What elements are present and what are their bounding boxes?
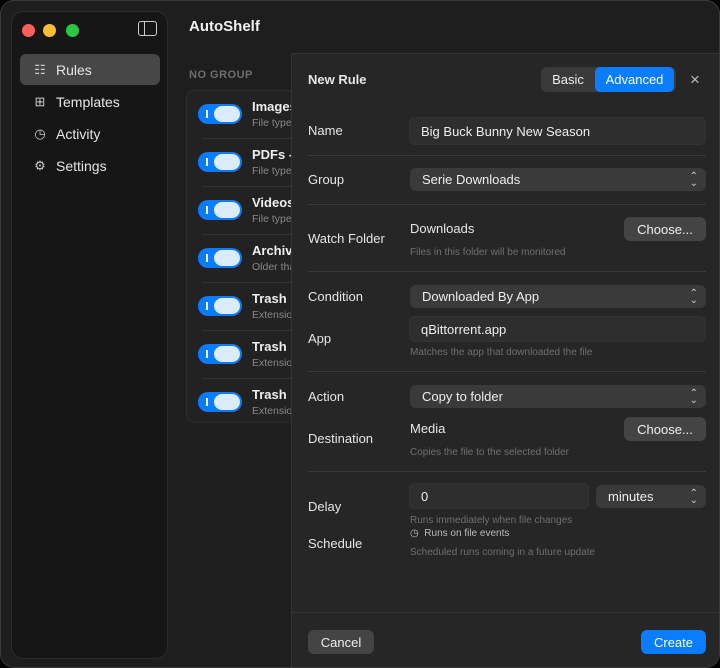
rule-subtitle: Extensio [252, 357, 292, 369]
delay-label: Delay [308, 499, 342, 514]
rule-title: Trash . [252, 339, 292, 354]
schedule-caption: Scheduled runs coming in a future update [410, 547, 596, 558]
rule-row[interactable]: Trash . Extensio [187, 379, 307, 427]
create-button[interactable]: Create [641, 630, 706, 654]
app-title: AutoShelf [189, 18, 260, 35]
rule-enabled-toggle[interactable] [198, 152, 242, 172]
destination-label: Destination [308, 431, 374, 446]
sidebar-item-label: Templates [56, 93, 120, 110]
watch-choose-button[interactable]: Choose... [624, 217, 706, 241]
delay-caption: Runs immediately when file changes [410, 515, 573, 526]
rule-enabled-toggle[interactable] [198, 344, 242, 364]
rule-subtitle: Older tha [252, 261, 292, 273]
sidebar-item-rules[interactable]: ☷ Rules [20, 54, 160, 85]
rule-enabled-toggle[interactable] [198, 200, 242, 220]
sidebar-item-templates[interactable]: ⊞ Templates [20, 86, 160, 117]
sidebar-item-label: Rules [56, 61, 92, 78]
rule-enabled-toggle[interactable] [198, 104, 242, 124]
sidebar-item-activity[interactable]: ◷ Activity [20, 118, 160, 149]
name-label: Name [308, 123, 343, 138]
action-value: Copy to folder [422, 389, 503, 404]
delay-unit-value: minutes [608, 489, 654, 504]
zoom-window-button[interactable] [66, 24, 79, 37]
grid-icon: ⊞ [34, 93, 46, 109]
mode-segmented-control: Basic Advanced [541, 67, 676, 92]
name-input[interactable]: Big Buck Bunny New Season [409, 117, 706, 145]
destination-caption: Copies the file to the selected folder [410, 447, 569, 458]
group-header: NO GROUP [189, 69, 253, 81]
chevron-updown-icon: ⌃ ⌄ [689, 170, 698, 189]
chevron-updown-icon: ⌃ ⌄ [689, 487, 698, 506]
clock-icon: ◷ [34, 125, 46, 141]
rule-subtitle: File type [252, 213, 292, 225]
rule-enabled-toggle[interactable] [198, 248, 242, 268]
rule-enabled-toggle[interactable] [198, 296, 242, 316]
rule-title: PDFs - [252, 147, 292, 162]
cancel-button[interactable]: Cancel [308, 630, 374, 654]
rule-subtitle: File type [252, 165, 292, 177]
rule-subtitle: File type [252, 117, 292, 129]
footer-divider [292, 612, 719, 613]
rule-row[interactable]: Trash i Extensio [187, 283, 307, 331]
rule-title: Videos [252, 195, 292, 210]
rule-subtitle: Extensio [252, 309, 292, 321]
sidebar: ☷ Rules ⊞ Templates ◷ Activity ⚙ Settings [11, 11, 168, 659]
condition-label: Condition [308, 289, 363, 304]
clock-icon: ◷ [410, 528, 419, 539]
watch-caption: Files in this folder will be monitored [410, 247, 566, 258]
tab-basic[interactable]: Basic [541, 67, 595, 92]
rule-row[interactable]: Trash . Extensio [187, 331, 307, 379]
app-input[interactable]: qBittorrent.app [409, 316, 706, 342]
delay-input[interactable]: 0 [409, 483, 589, 509]
new-rule-sheet: New Rule Basic Advanced × Name Big Buck … [291, 53, 719, 667]
schedule-value-text: Runs on file events [424, 528, 510, 539]
watch-folder-value: Downloads [410, 221, 475, 236]
delay-unit-select[interactable]: minutes ⌃ ⌄ [596, 485, 706, 508]
minimize-window-button[interactable] [43, 24, 56, 37]
destination-value: Media [410, 421, 446, 436]
sidebar-toggle-icon[interactable] [138, 21, 157, 36]
action-label: Action [308, 389, 345, 404]
sidebar-item-label: Activity [56, 125, 101, 142]
rule-title: Archiv [252, 243, 292, 258]
rule-title: Trash . [252, 387, 292, 402]
sidebar-item-label: Settings [56, 157, 107, 174]
rule-title: Trash i [252, 291, 292, 306]
rule-row[interactable]: Archiv Older tha [187, 235, 307, 283]
rule-row[interactable]: Videos File type [187, 187, 307, 235]
sidebar-item-settings[interactable]: ⚙ Settings [20, 150, 160, 181]
sheet-title: New Rule [308, 72, 367, 87]
chevron-updown-icon: ⌃ ⌄ [689, 387, 698, 406]
close-window-button[interactable] [22, 24, 35, 37]
watch-folder-label: Watch Folder [308, 231, 385, 246]
rules-list: Images File type PDFs - File type Videos File… [186, 90, 307, 423]
condition-value: Downloaded By App [422, 289, 540, 304]
condition-select[interactable]: Downloaded By App ⌃ ⌄ [410, 285, 706, 308]
schedule-label: Schedule [308, 536, 363, 551]
rule-subtitle: Extensio [252, 405, 292, 417]
group-value: Serie Downloads [422, 172, 521, 187]
rule-row[interactable]: Images File type [187, 91, 307, 139]
destination-choose-button[interactable]: Choose... [624, 417, 706, 441]
rule-enabled-toggle[interactable] [198, 392, 242, 412]
app-window: ☷ Rules ⊞ Templates ◷ Activity ⚙ Settings Au… [0, 0, 720, 668]
group-select[interactable]: Serie Downloads ⌃ ⌄ [410, 168, 706, 191]
rule-row[interactable]: PDFs - File type [187, 139, 307, 187]
checklist-icon: ☷ [34, 61, 46, 77]
chevron-updown-icon: ⌃ ⌄ [689, 287, 698, 306]
close-icon[interactable]: × [690, 70, 700, 90]
rule-title: Images [252, 99, 292, 114]
schedule-value: ◷ Runs on file events [410, 528, 509, 539]
tab-advanced[interactable]: Advanced [595, 67, 674, 92]
app-caption: Matches the app that downloaded the file [410, 347, 593, 358]
app-label: App [308, 331, 332, 346]
gear-icon: ⚙ [34, 157, 46, 173]
group-label: Group [308, 172, 345, 187]
action-select[interactable]: Copy to folder ⌃ ⌄ [410, 385, 706, 408]
